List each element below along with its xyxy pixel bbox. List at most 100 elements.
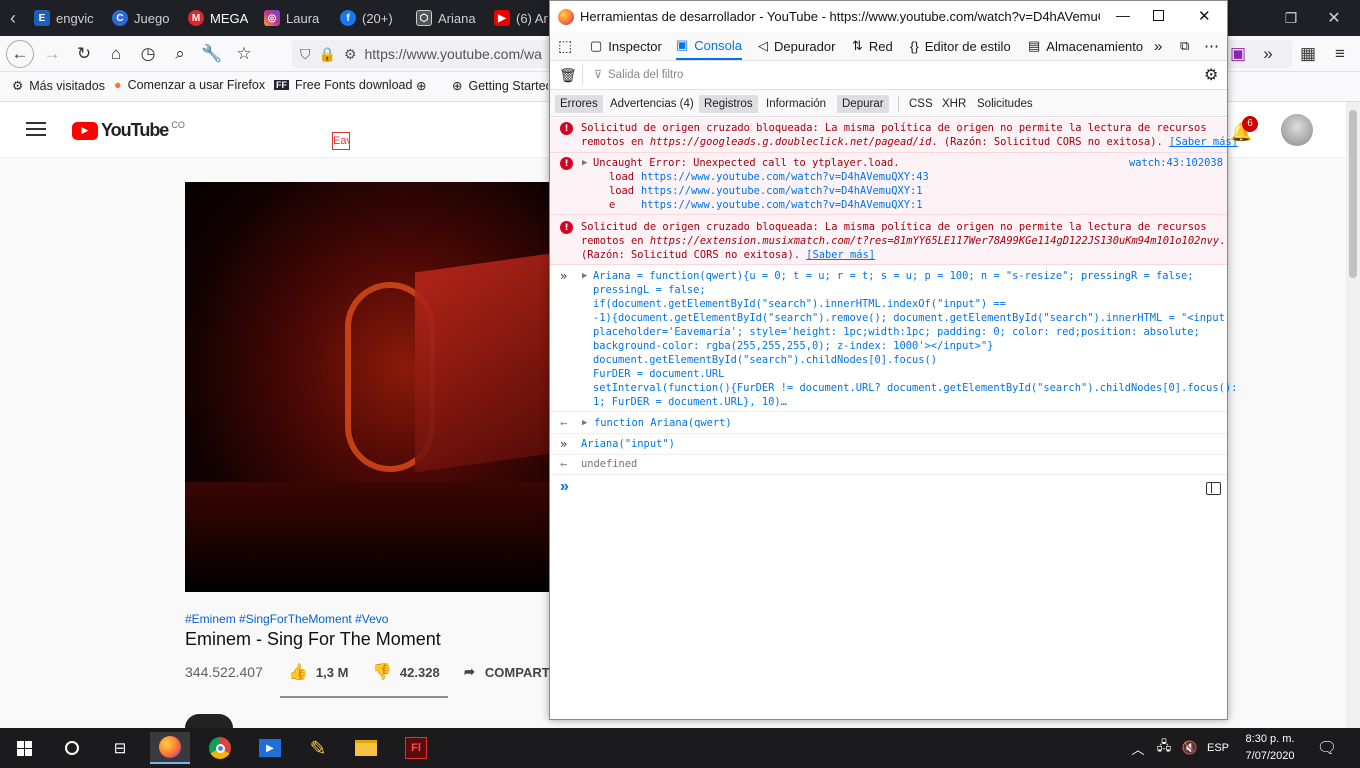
- error-source-link[interactable]: watch:43:102038: [1129, 156, 1223, 170]
- video-player[interactable]: [185, 182, 550, 592]
- app-menu-button[interactable]: ≡: [1326, 40, 1354, 68]
- shield-icon[interactable]: ⛉: [300, 46, 311, 63]
- taskbar-chrome-icon[interactable]: [200, 732, 240, 764]
- element-picker-icon[interactable]: ⬚: [558, 32, 572, 60]
- dislike-button[interactable]: 👎 42.328: [372, 662, 440, 682]
- windows-start-icon[interactable]: [4, 732, 44, 764]
- expand-triangle-icon[interactable]: ▶: [582, 269, 587, 283]
- url-text: https://www.youtube.com/wa: [364, 46, 542, 62]
- scrollbar-thumb[interactable]: [1349, 110, 1357, 278]
- editor-mode-toggle-icon[interactable]: [1206, 482, 1221, 495]
- taskbar-flash-icon[interactable]: Fl: [396, 732, 436, 764]
- function-result[interactable]: function Ariana(qwert): [594, 416, 732, 430]
- console-settings-gear-icon[interactable]: ⚙: [1204, 65, 1218, 85]
- maximize-button[interactable]: [1153, 10, 1164, 21]
- stack-url[interactable]: https://www.youtube.com/watch?v=D4hAVemu…: [641, 199, 923, 211]
- stack-url[interactable]: https://www.youtube.com/watch?v=D4hAVemu…: [641, 171, 929, 183]
- more-tabs-chevron-icon[interactable]: »: [1154, 32, 1162, 60]
- restore-window-button[interactable]: ❐: [1276, 0, 1306, 36]
- notification-count-badge: 6: [1242, 116, 1258, 132]
- browser-tab[interactable]: C Juego: [106, 0, 176, 36]
- close-window-button[interactable]: ✕: [1316, 0, 1352, 36]
- tab-style-editor[interactable]: {} Editor de estilo: [910, 32, 1011, 60]
- overflow-menu-button[interactable]: »: [1254, 40, 1282, 68]
- tab-network[interactable]: ⇅ Red: [852, 32, 893, 60]
- extension-icon[interactable]: ▣: [1224, 40, 1252, 68]
- browser-tab[interactable]: ▶ (6) Ar: [488, 0, 548, 36]
- search-circle-icon[interactable]: [52, 732, 92, 764]
- tray-chevron-up-icon[interactable]: ︿: [1128, 732, 1148, 764]
- filter-xhr[interactable]: XHR: [937, 95, 971, 113]
- browser-tab[interactable]: E engvic: [28, 0, 100, 36]
- browser-tab[interactable]: f (20+): [334, 0, 406, 36]
- video-frame-floor: [185, 482, 550, 592]
- filter-css[interactable]: CSS: [904, 95, 938, 113]
- console-input-line[interactable]: »: [550, 476, 1227, 502]
- tab-scroll-left-button[interactable]: ‹: [0, 0, 26, 36]
- bookmark-free-fonts[interactable]: FF Free Fonts download: [274, 78, 412, 92]
- permissions-icon[interactable]: ⚙: [344, 46, 357, 63]
- forward-button[interactable]: →: [38, 40, 66, 68]
- browser-tab[interactable]: ⬡ Ariana: [410, 0, 484, 36]
- lock-icon[interactable]: 🔒: [319, 46, 336, 63]
- expand-triangle-icon[interactable]: ▶: [582, 156, 587, 170]
- tab-label: Laura: [286, 10, 320, 26]
- bookmark-getting-firefox[interactable]: ● Comenzar a usar Firefox: [114, 78, 265, 92]
- tray-network-icon[interactable]: 🖧: [1152, 732, 1176, 764]
- taskbar-file-explorer-icon[interactable]: [346, 732, 386, 764]
- close-button[interactable]: ✕: [1198, 7, 1211, 25]
- tab-console[interactable]: ▣ Consola: [676, 32, 742, 60]
- taskbar-media-player-icon[interactable]: ▶: [250, 732, 290, 764]
- notification-center-icon[interactable]: 🗨: [1310, 732, 1344, 764]
- learn-more-link[interactable]: [Saber más]: [806, 249, 875, 261]
- minimize-button[interactable]: —: [1116, 7, 1130, 23]
- filter-requests[interactable]: Solicitudes: [972, 95, 1038, 113]
- tray-clock[interactable]: 8:30 p. m. 7/07/2020: [1240, 731, 1300, 765]
- injected-search-input[interactable]: Eav: [332, 132, 350, 150]
- hamburger-menu-icon[interactable]: [26, 122, 46, 136]
- filter-logs[interactable]: Registros: [699, 95, 758, 113]
- dock-toggle-icon[interactable]: ⧉: [1180, 32, 1189, 60]
- facebook-icon: f: [340, 10, 356, 26]
- bookmark-getting-started[interactable]: ⊕ Getting Started: [452, 78, 548, 94]
- wrench-icon[interactable]: 🔧: [198, 40, 226, 68]
- bookmark-most-visited[interactable]: ⚙ Más visitados: [12, 78, 105, 94]
- firefox-icon: [558, 8, 574, 25]
- browser-tab[interactable]: ◎ Laura: [258, 0, 330, 36]
- tray-language-indicator[interactable]: ESP: [1202, 732, 1234, 764]
- tab-debugger[interactable]: ◁ Depurador: [758, 32, 835, 60]
- learn-more-link[interactable]: [Saber más]: [1169, 136, 1238, 148]
- tab-inspector[interactable]: ▢ Inspector: [590, 32, 662, 60]
- search-icon[interactable]: ⌕: [166, 40, 194, 68]
- reload-button[interactable]: ↻: [70, 40, 98, 68]
- page-scrollbar[interactable]: [1346, 102, 1360, 728]
- task-view-icon[interactable]: ⊟: [100, 732, 140, 764]
- youtube-logo[interactable]: ▶ YouTube CO: [72, 120, 185, 141]
- share-button[interactable]: ➦ COMPART: [464, 664, 550, 680]
- taskbar-firefox-icon[interactable]: [150, 732, 190, 764]
- stack-url[interactable]: https://www.youtube.com/watch?v=D4hAVemu…: [641, 185, 923, 197]
- bookmark-globe[interactable]: ⊕: [416, 78, 426, 93]
- browser-tab[interactable]: M MEGA: [182, 0, 254, 36]
- filter-input[interactable]: Salida del filtro: [608, 69, 683, 81]
- history-icon[interactable]: ◷: [134, 40, 162, 68]
- trash-icon[interactable]: 🗑: [559, 67, 577, 84]
- tray-volume-muted-icon[interactable]: 🔇: [1178, 732, 1202, 764]
- expand-triangle-icon[interactable]: ▶: [582, 416, 587, 430]
- video-hashtags[interactable]: #Eminem #SingForTheMoment #Vevo: [185, 612, 388, 626]
- filter-info[interactable]: Información: [761, 95, 831, 113]
- devtools-menu-icon[interactable]: ⋯: [1204, 32, 1219, 60]
- filter-errors[interactable]: Errores: [555, 95, 603, 113]
- extensions-grid-icon[interactable]: ▦: [1294, 40, 1322, 68]
- user-avatar[interactable]: [1281, 114, 1313, 146]
- filter-warnings[interactable]: Advertencias (4): [605, 95, 699, 113]
- tab-label: engvic: [56, 10, 94, 26]
- bookmark-star-icon[interactable]: ☆: [230, 40, 258, 68]
- home-button[interactable]: ⌂: [102, 40, 130, 68]
- tab-storage[interactable]: ▤ Almacenamiento: [1028, 32, 1143, 60]
- filter-debug[interactable]: Depurar: [837, 95, 889, 113]
- taskbar-tools-icon[interactable]: ✎: [298, 732, 338, 764]
- channel-avatar[interactable]: [185, 714, 233, 728]
- like-button[interactable]: 👍 1,3 M: [288, 662, 348, 682]
- back-button[interactable]: ←: [6, 40, 34, 68]
